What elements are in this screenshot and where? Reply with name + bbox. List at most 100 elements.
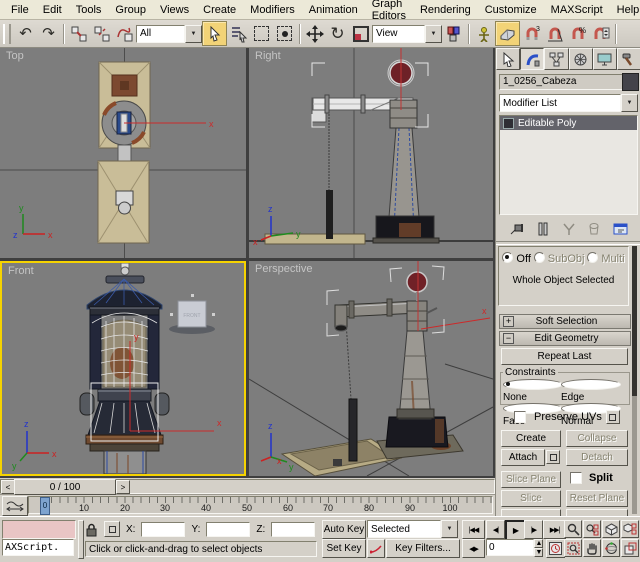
window-crossing-selection-icon[interactable] (273, 22, 296, 45)
preserve-uvs-settings-icon[interactable] (606, 410, 620, 424)
y-coordinate-field[interactable] (206, 522, 250, 537)
spinner-snap-icon[interactable] (589, 22, 612, 45)
next-frame-icon[interactable]: |▶ (524, 520, 543, 539)
chevron-down-icon[interactable]: ▼ (185, 25, 202, 43)
x-input[interactable] (142, 523, 184, 536)
current-frame-marker[interactable]: 0 (40, 497, 50, 515)
rollout-soft-selection[interactable]: + Soft Selection (499, 314, 631, 329)
maxscript-mini-listener-pink[interactable] (2, 520, 76, 539)
viewport-label-front[interactable]: Front (8, 265, 34, 277)
menu-item-views[interactable]: Views (153, 2, 196, 18)
key-mode-toggle-icon[interactable]: ◀▶ (462, 539, 485, 558)
select-and-rotate-icon[interactable]: ↻ (326, 22, 349, 45)
menu-item-customize[interactable]: Customize (478, 2, 544, 18)
menu-item-rendering[interactable]: Rendering (413, 2, 478, 18)
expand-icon[interactable]: + (503, 316, 514, 327)
select-object-icon[interactable] (202, 21, 227, 46)
selection-filter-combo[interactable]: All ▼ (136, 25, 202, 43)
redo-icon[interactable]: ↷ (37, 22, 60, 45)
menu-item-help[interactable]: Help (610, 2, 640, 18)
modifier-list-combo[interactable]: Modifier List ▼ (499, 94, 638, 112)
configure-modifier-sets-icon[interactable] (613, 222, 629, 236)
z-input[interactable] (272, 523, 314, 536)
create-tab-icon[interactable] (496, 48, 520, 70)
detach-button[interactable]: Detach (566, 449, 628, 466)
chevron-down-icon[interactable]: ▼ (441, 520, 458, 538)
frame-spin-down-icon[interactable]: ▼ (534, 548, 543, 557)
menu-item-tools[interactable]: Tools (69, 2, 109, 18)
key-filters-button[interactable]: Key Filters... (386, 539, 460, 558)
hierarchy-tab-icon[interactable] (544, 48, 568, 70)
slice-button[interactable]: Slice (501, 490, 561, 507)
viewport-front-active[interactable]: y x FRONT z x y (0, 261, 246, 476)
menu-item-animation[interactable]: Animation (302, 2, 365, 18)
track-bar-ruler[interactable]: 10 20 30 40 50 60 70 80 90 100 0 (28, 496, 493, 514)
frame-number-input[interactable] (487, 540, 533, 555)
absolute-offset-toggle-icon[interactable] (104, 521, 120, 537)
repeat-last-button[interactable]: Repeat Last (501, 348, 628, 365)
split-checkbox[interactable] (570, 472, 582, 484)
y-input[interactable] (207, 523, 249, 536)
attach-button[interactable]: Attach (501, 449, 545, 466)
mini-curve-editor-icon[interactable] (2, 496, 28, 516)
pin-stack-icon[interactable] (509, 222, 525, 236)
attach-settings-icon[interactable] (546, 450, 560, 464)
show-end-result-icon[interactable] (537, 222, 549, 236)
modifier-stack[interactable]: Editable Poly (499, 115, 638, 215)
rectangular-selection-region-icon[interactable] (250, 22, 273, 45)
default-tangent-icon[interactable] (367, 539, 385, 558)
region-zoom-icon[interactable] (564, 539, 582, 557)
collapse-button[interactable]: Collapse (566, 430, 628, 447)
menu-item-maxscript[interactable]: MAXScript (544, 2, 610, 18)
menu-item-file[interactable]: File (4, 2, 36, 18)
viewport-label-right[interactable]: Right (255, 50, 281, 62)
toolbar-grip[interactable] (3, 24, 11, 44)
go-to-start-icon[interactable]: |◀◀ (462, 520, 485, 539)
time-slider-handle[interactable]: 0 / 100 (14, 479, 116, 495)
viewport-label-top[interactable]: Top (6, 50, 24, 62)
previous-frame-icon[interactable]: ◀| (486, 520, 505, 539)
x-coordinate-field[interactable] (141, 522, 185, 537)
menu-item-modifiers[interactable]: Modifiers (243, 2, 302, 18)
select-by-name-icon[interactable] (227, 22, 250, 45)
panel-scrollbar[interactable] (632, 246, 637, 514)
mode-off-radio[interactable]: Off (502, 252, 530, 265)
selection-set-combo[interactable]: Selected ▼ (367, 520, 458, 538)
mode-subobj-radio[interactable]: SubObj (534, 252, 585, 265)
menu-item-edit[interactable]: Edit (36, 2, 69, 18)
bind-to-spacewarp-icon[interactable] (113, 22, 136, 45)
modify-tab-icon[interactable] (520, 48, 544, 70)
viewport-top[interactable]: x y x z Top (0, 48, 246, 258)
current-frame-field[interactable] (486, 539, 534, 556)
menu-item-create[interactable]: Create (196, 2, 243, 18)
use-pivot-point-center-icon[interactable] (442, 22, 465, 45)
arc-rotate-icon[interactable] (602, 539, 620, 557)
time-configuration-icon[interactable] (546, 539, 565, 558)
pan-hand-icon[interactable] (583, 539, 601, 557)
utilities-tab-icon[interactable] (617, 48, 640, 70)
frame-spin-up-icon[interactable]: ▲ (534, 539, 543, 548)
zoom-icon[interactable] (564, 520, 582, 538)
viewport-perspective[interactable]: x z x y Perspective (249, 261, 493, 476)
time-slider-next-icon[interactable]: > (116, 480, 130, 494)
chevron-down-icon[interactable]: ▼ (425, 25, 442, 43)
maxscript-mini-listener-white[interactable]: AXScript. (2, 539, 74, 556)
collapse-icon[interactable]: − (503, 333, 514, 344)
reset-plane-button[interactable]: Reset Plane (566, 490, 628, 507)
select-and-link-icon[interactable] (67, 22, 90, 45)
auto-key-button[interactable]: Auto Key (322, 520, 366, 539)
keyboard-shortcut-override-icon[interactable] (495, 21, 520, 46)
undo-icon[interactable]: ↶ (14, 22, 37, 45)
rollout-edit-geometry[interactable]: − Edit Geometry (499, 331, 631, 346)
listener-splitter[interactable] (78, 520, 84, 559)
percent-snap-icon[interactable]: % (566, 22, 589, 45)
remove-modifier-icon[interactable] (588, 222, 600, 236)
go-to-end-icon[interactable]: ▶▶| (543, 520, 566, 539)
create-button[interactable]: Create (501, 430, 561, 447)
select-and-move-icon[interactable] (303, 22, 326, 45)
viewport-right[interactable]: z y x Right (249, 48, 493, 258)
mode-multi-radio[interactable]: Multi (587, 252, 624, 265)
preserve-uvs-checkbox[interactable] (514, 411, 526, 423)
zoom-all-icon[interactable] (583, 520, 601, 538)
menu-item-group[interactable]: Group (108, 2, 153, 18)
